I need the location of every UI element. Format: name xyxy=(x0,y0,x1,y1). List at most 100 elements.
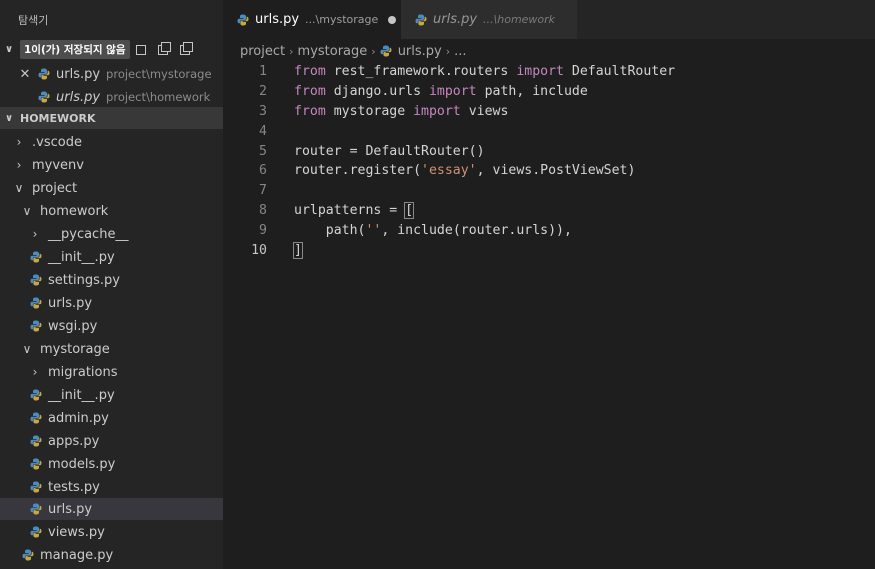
tree-folder-project[interactable]: ∨ project xyxy=(0,177,223,199)
tree-file[interactable]: __init__.py xyxy=(0,384,223,406)
open-editors-header[interactable]: ∨ 1이(가) 저장되지 않음 xyxy=(0,38,223,60)
keyword: from xyxy=(294,84,326,100)
tab-description: ...\mystorage xyxy=(305,13,379,26)
tree-file[interactable]: wsgi.py xyxy=(0,315,223,337)
code-text: urlpatterns = xyxy=(294,202,406,218)
tab-urls-homework[interactable]: urls.py ...\homework xyxy=(401,0,577,39)
code-line-current: 10 ] xyxy=(223,240,875,260)
python-file-icon xyxy=(237,14,249,25)
code-text: django.urls xyxy=(325,84,429,100)
chevron-down-icon: ∨ xyxy=(4,112,14,124)
code-text: router.register( xyxy=(294,163,422,179)
tree-folder-homework[interactable]: ∨ homework xyxy=(0,200,223,222)
breadcrumb-item[interactable]: urls.py xyxy=(398,44,442,59)
chevron-right-icon: › xyxy=(16,135,22,149)
chevron-down-icon: ∨ xyxy=(22,204,32,218)
line-number: 5 xyxy=(259,143,267,159)
line-number: 1 xyxy=(259,64,267,80)
code-line: 4 xyxy=(223,121,875,141)
tree-file[interactable]: settings.py xyxy=(0,269,223,291)
code-text: , include(router.urls)), xyxy=(381,222,572,238)
close-all-icon[interactable] xyxy=(179,42,194,56)
tree-file[interactable]: views.py xyxy=(0,521,223,543)
chevron-right-icon: › xyxy=(32,365,38,379)
chevron-down-icon: ∨ xyxy=(22,342,32,356)
python-file-icon xyxy=(22,549,34,561)
code-text: rest_framework.routers xyxy=(325,64,517,80)
python-file-icon xyxy=(30,297,42,309)
tree-item-label: __pycache__ xyxy=(48,226,129,242)
bracket-match-close: ] xyxy=(293,241,303,259)
breadcrumb-item[interactable]: mystorage xyxy=(298,44,368,59)
line-number: 8 xyxy=(259,202,267,218)
chevron-right-icon: › xyxy=(445,44,451,58)
tree-item-label: admin.py xyxy=(48,410,109,426)
close-icon[interactable]: ✕ xyxy=(18,67,32,82)
toggle-vertical-layout-icon[interactable] xyxy=(135,42,150,56)
breadcrumb-item[interactable]: ... xyxy=(454,44,466,59)
tree-file[interactable]: admin.py xyxy=(0,407,223,429)
tree-folder-pycache[interactable]: › __pycache__ xyxy=(0,223,223,245)
file-name: urls.py xyxy=(56,66,101,82)
code-text: path, include xyxy=(476,84,588,100)
code-text: mystorage xyxy=(325,103,414,119)
open-editor-item[interactable]: ✕ urls.py project\mystorage xyxy=(0,63,223,85)
code-content: from django.urls import path, include xyxy=(294,84,588,99)
line-number: 6 xyxy=(259,163,267,179)
code-line: 7 xyxy=(223,181,875,201)
tree-item-label: mystorage xyxy=(40,341,110,357)
code-text: , views.PostViewSet) xyxy=(476,163,636,179)
code-line: 9 path('', include(router.urls)), xyxy=(223,220,875,240)
tree-file[interactable]: models.py xyxy=(0,453,223,475)
python-file-icon xyxy=(30,458,42,470)
tab-label: urls.py xyxy=(255,12,300,27)
string-literal: 'essay' xyxy=(421,163,477,179)
tree-folder-myvenv[interactable]: › myvenv xyxy=(0,154,223,176)
breadcrumb: project › mystorage › urls.py › ... xyxy=(240,42,467,60)
tree-file[interactable]: apps.py xyxy=(0,430,223,452)
code-line: 2 from django.urls import path, include xyxy=(223,82,875,102)
python-file-icon xyxy=(30,274,42,286)
code-line: 6 router.register('essay', views.PostVie… xyxy=(223,161,875,181)
code-content: ] xyxy=(293,241,303,259)
tree-folder-migrations[interactable]: › migrations xyxy=(0,361,223,383)
python-file-icon xyxy=(38,68,50,80)
tree-file[interactable]: urls.py xyxy=(0,292,223,314)
breadcrumb-item[interactable]: project xyxy=(240,44,285,59)
tree-file[interactable]: tests.py xyxy=(0,476,223,498)
code-content: path('', include(router.urls)), xyxy=(294,223,572,238)
folder-section-header[interactable]: ∨ HOMEWORK xyxy=(0,107,223,129)
file-directory: project\mystorage xyxy=(106,67,212,81)
open-editor-item[interactable]: urls.py project\homework xyxy=(0,86,223,108)
save-all-icon[interactable] xyxy=(157,42,172,56)
tree-folder-mystorage[interactable]: ∨ mystorage xyxy=(0,338,223,360)
python-file-icon xyxy=(30,320,42,332)
tree-file[interactable]: __init__.py xyxy=(0,246,223,268)
tree-item-label: views.py xyxy=(48,524,105,540)
line-number: 4 xyxy=(259,123,267,139)
python-file-icon xyxy=(380,45,392,57)
tree-folder-vscode[interactable]: › .vscode xyxy=(0,131,223,153)
chevron-right-icon: › xyxy=(32,227,38,241)
tab-label: urls.py xyxy=(433,12,478,27)
python-file-icon xyxy=(30,435,42,447)
chevron-down-icon: ∨ xyxy=(14,181,24,195)
editor-tab-bar: urls.py ...\mystorage urls.py ...\homewo… xyxy=(223,0,875,39)
line-number: 10 xyxy=(251,242,267,258)
chevron-right-icon: › xyxy=(16,158,22,172)
code-text: path( xyxy=(294,222,366,238)
code-text: views xyxy=(460,103,509,119)
folder-name: HOMEWORK xyxy=(20,111,96,125)
unsaved-badge: 1이(가) 저장되지 않음 xyxy=(20,39,130,59)
unsaved-dot-icon[interactable] xyxy=(388,15,397,24)
tree-file-selected[interactable]: urls.py xyxy=(0,498,223,520)
keyword: from xyxy=(294,103,326,119)
tab-description: ...\homework xyxy=(483,13,556,26)
python-file-icon xyxy=(30,503,42,515)
chevron-right-icon: › xyxy=(371,44,376,58)
tree-file[interactable]: manage.py xyxy=(0,544,223,566)
code-editor[interactable]: 1 from rest_framework.routers import Def… xyxy=(223,62,875,260)
tab-urls-mystorage[interactable]: urls.py ...\mystorage xyxy=(223,0,401,39)
python-file-icon xyxy=(30,481,42,493)
tree-item-label: urls.py xyxy=(48,501,93,517)
